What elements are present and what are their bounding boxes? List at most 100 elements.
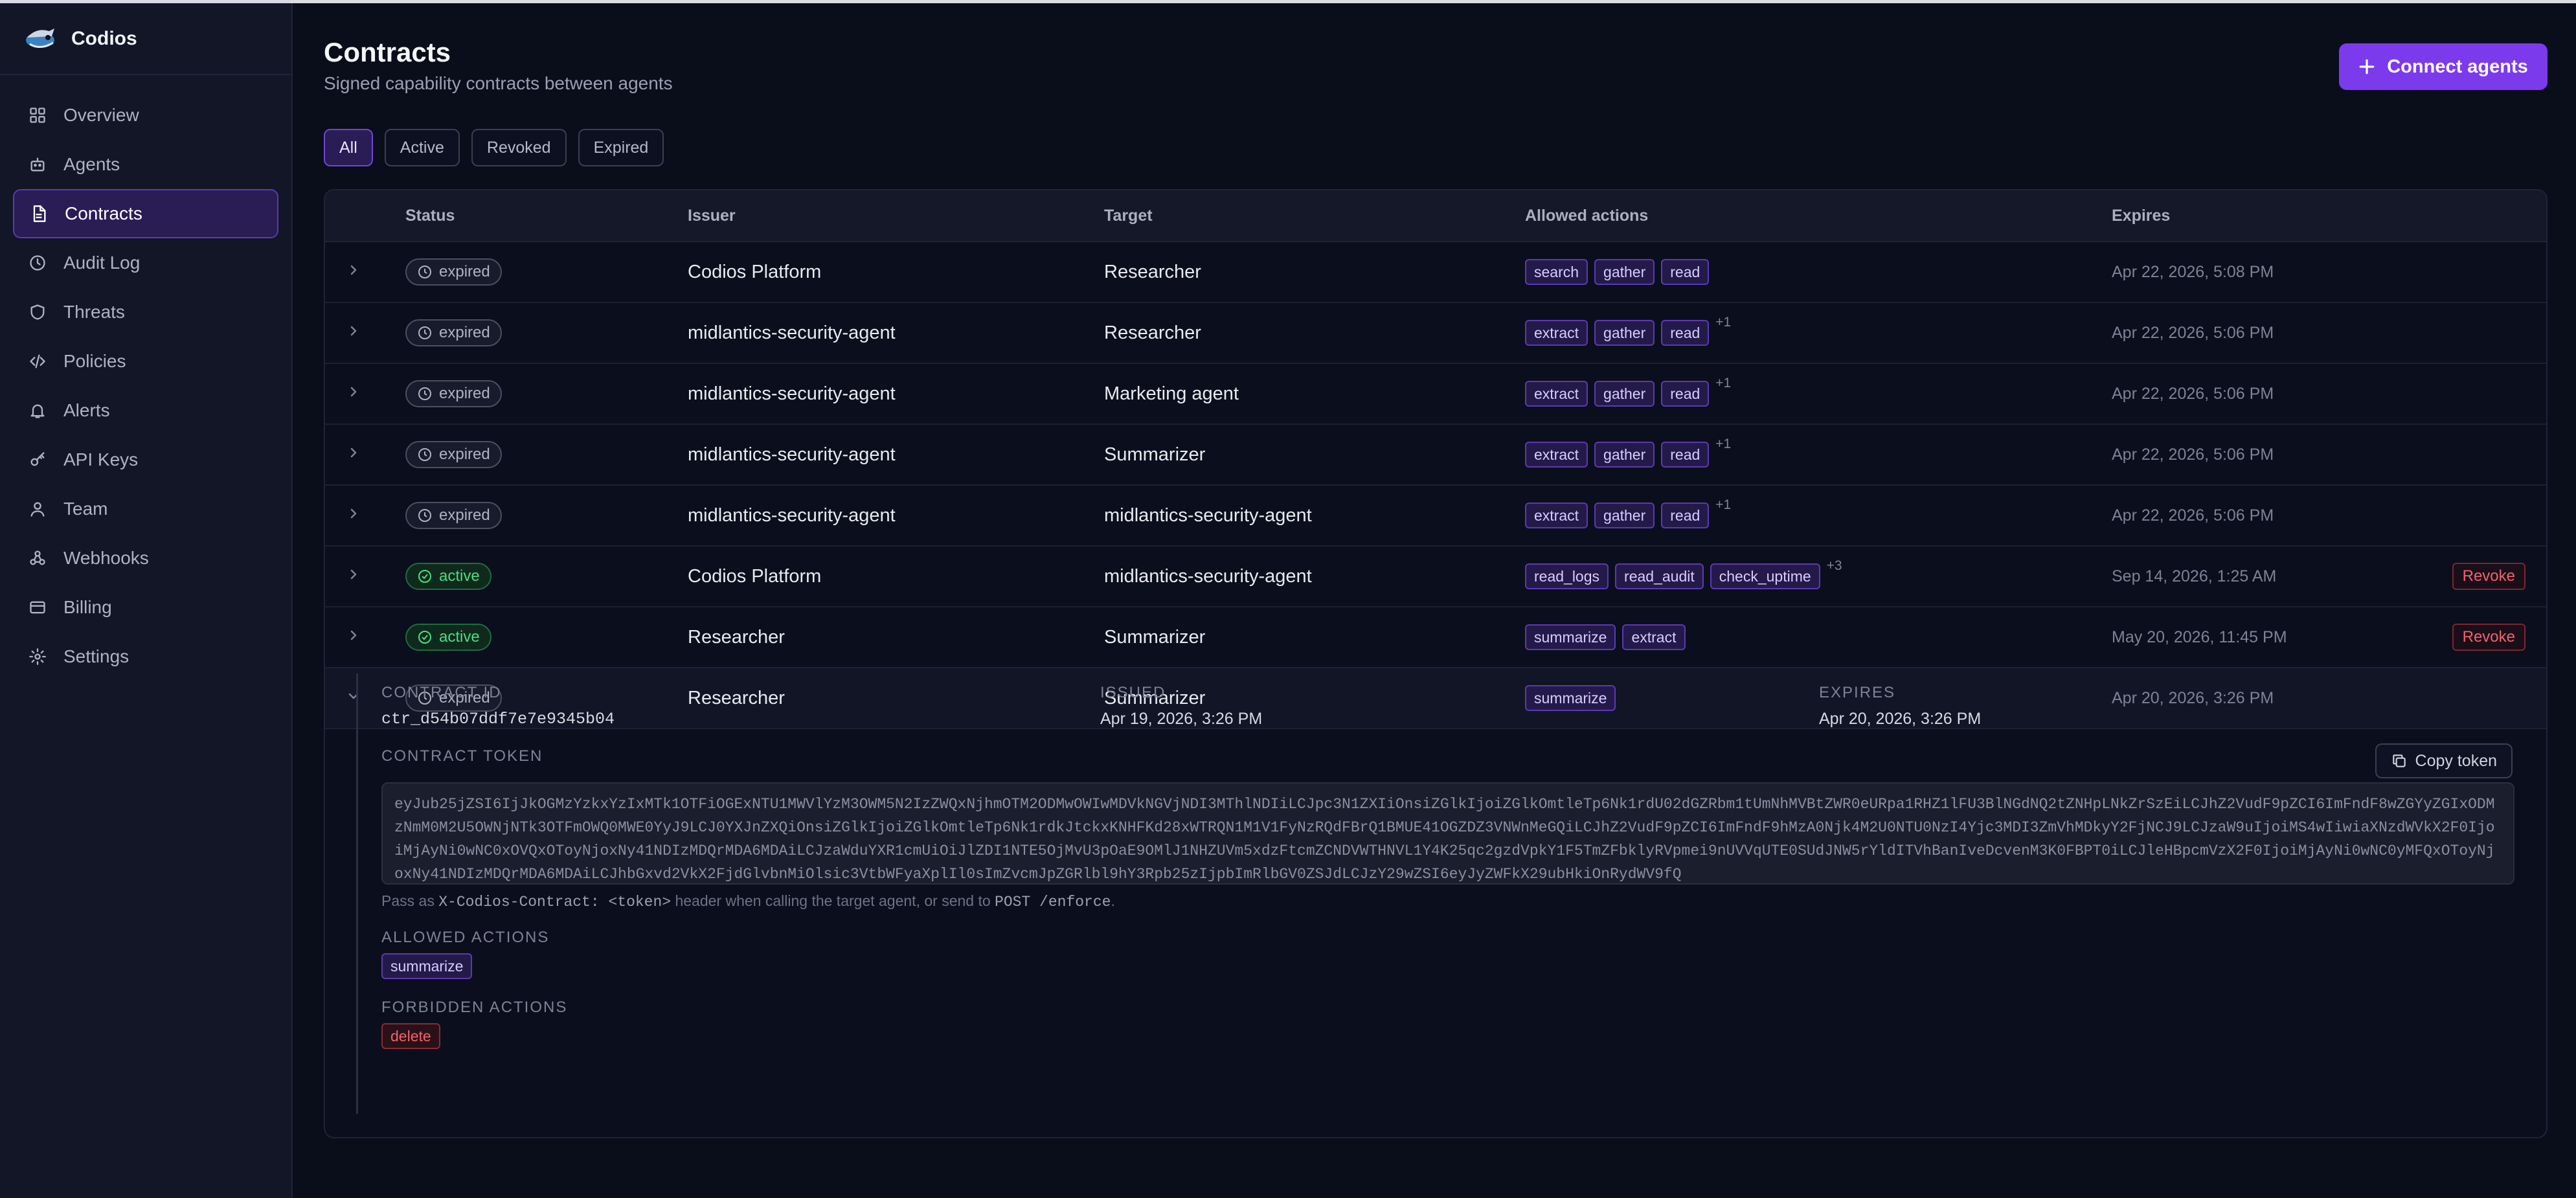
sidebar-item-agents[interactable]: Agents bbox=[13, 140, 278, 189]
forbidden-actions-label: FORBIDDEN ACTIONS bbox=[381, 999, 568, 1016]
chevron-right-icon[interactable] bbox=[346, 506, 361, 521]
sidebar-item-threats[interactable]: Threats bbox=[13, 288, 278, 337]
expires-cell: May 20, 2026, 11:45 PM bbox=[2112, 627, 2287, 646]
expires-cell: Apr 22, 2026, 5:06 PM bbox=[2112, 506, 2274, 525]
sidebar-item-label: Agents bbox=[63, 154, 120, 174]
action-tag: read bbox=[1661, 442, 1710, 468]
clock-icon bbox=[418, 326, 431, 339]
sidebar-item-alerts[interactable]: Alerts bbox=[13, 386, 278, 435]
contract-id-label: CONTRACT ID bbox=[381, 684, 502, 701]
expires-cell: Apr 22, 2026, 5:06 PM bbox=[2112, 323, 2274, 342]
more-actions-count[interactable]: +1 bbox=[1715, 497, 1731, 513]
status-filters: All Active Revoked Expired bbox=[324, 129, 664, 166]
column-expires[interactable]: Expires bbox=[2112, 207, 2448, 225]
target-cell: Summarizer bbox=[1104, 444, 1206, 465]
expires-cell: Apr 22, 2026, 5:06 PM bbox=[2112, 384, 2274, 403]
more-actions-count[interactable]: +1 bbox=[1715, 315, 1731, 330]
chevron-right-icon[interactable] bbox=[346, 445, 361, 460]
status-text: expired bbox=[439, 506, 490, 524]
action-tag: read bbox=[1661, 259, 1710, 285]
forbidden-action-tag: delete bbox=[381, 1023, 440, 1049]
main-content: Contracts Signed capability contracts be… bbox=[293, 3, 2576, 1198]
revoke-button[interactable]: Revoke bbox=[2452, 563, 2525, 590]
sidebar-item-label: Settings bbox=[63, 646, 130, 666]
revoke-button[interactable]: Revoke bbox=[2452, 624, 2525, 651]
chevron-right-icon[interactable] bbox=[346, 567, 361, 582]
column-target[interactable]: Target bbox=[1104, 207, 1525, 225]
filter-expired[interactable]: Expired bbox=[578, 129, 664, 166]
more-actions-count[interactable]: +1 bbox=[1715, 436, 1731, 452]
more-actions-count[interactable]: +3 bbox=[1827, 558, 1842, 574]
sidebar-item-label: Webhooks bbox=[63, 548, 149, 568]
sidebar-item-label: Overview bbox=[63, 105, 139, 125]
action-tag: summarize bbox=[1525, 624, 1616, 650]
clock-icon bbox=[30, 255, 45, 271]
sidebar-item-policies[interactable]: Policies bbox=[13, 337, 278, 386]
chevron-right-icon[interactable] bbox=[346, 262, 361, 278]
expires-cell: Apr 22, 2026, 5:06 PM bbox=[2112, 445, 2274, 464]
table-row[interactable]: expired Codios Platform Researcher search ga… bbox=[325, 242, 2546, 303]
filter-all[interactable]: All bbox=[324, 129, 373, 166]
target-cell: midlantics-security-agent bbox=[1104, 565, 1312, 587]
target-cell: Summarizer bbox=[1104, 626, 1206, 648]
allowed-actions-label: ALLOWED ACTIONS bbox=[381, 929, 550, 946]
sidebar: Codios Overview Agents Contracts Audit Log T… bbox=[0, 3, 293, 1198]
clock-icon bbox=[418, 387, 431, 400]
sidebar-item-overview[interactable]: Overview bbox=[13, 91, 278, 140]
column-status[interactable]: Status bbox=[405, 207, 688, 225]
table-row[interactable]: expired midlantics-security-agent Marketin… bbox=[325, 364, 2546, 425]
copy-token-button[interactable]: Copy token bbox=[2375, 743, 2513, 778]
column-allowed-actions[interactable]: Allowed actions bbox=[1525, 207, 2112, 225]
hint-text: header when calling the target agent, or… bbox=[671, 892, 995, 909]
issued-label: ISSUED bbox=[1100, 684, 1166, 701]
sidebar-item-audit-log[interactable]: Audit Log bbox=[13, 238, 278, 288]
sidebar-item-settings[interactable]: Settings bbox=[13, 632, 278, 681]
brand[interactable]: Codios bbox=[0, 3, 291, 75]
issuer-cell: Codios Platform bbox=[688, 565, 822, 587]
sidebar-item-label: Alerts bbox=[63, 400, 110, 420]
table-row[interactable]: active Researcher Summarizer summarize extra… bbox=[325, 607, 2546, 668]
sidebar-nav: Overview Agents Contracts Audit Log Threats P… bbox=[0, 75, 291, 697]
sidebar-item-billing[interactable]: Billing bbox=[13, 583, 278, 632]
document-icon bbox=[33, 205, 46, 222]
status-text: active bbox=[439, 628, 480, 646]
action-tag: gather bbox=[1594, 320, 1655, 346]
chevron-right-icon[interactable] bbox=[346, 323, 361, 339]
sidebar-item-webhooks[interactable]: Webhooks bbox=[13, 534, 278, 583]
card-icon bbox=[30, 601, 45, 614]
sidebar-item-team[interactable]: Team bbox=[13, 484, 278, 534]
target-cell: Researcher bbox=[1104, 261, 1201, 282]
action-tag: extract bbox=[1525, 442, 1588, 468]
user-icon bbox=[30, 502, 45, 517]
filter-active[interactable]: Active bbox=[384, 129, 460, 166]
sidebar-item-api-keys[interactable]: API Keys bbox=[13, 435, 278, 484]
table-row[interactable]: active Codios Platform midlantics-security… bbox=[325, 547, 2546, 607]
action-tag: read_logs bbox=[1525, 563, 1609, 589]
action-tag: extract bbox=[1622, 624, 1686, 650]
copy-token-label: Copy token bbox=[2415, 751, 2497, 770]
action-tag: gather bbox=[1594, 259, 1655, 285]
allowed-actions-cell: extract gather read +1 bbox=[1525, 436, 2112, 468]
bot-icon bbox=[30, 157, 45, 172]
chevron-right-icon[interactable] bbox=[346, 384, 361, 400]
connect-agents-button[interactable]: Connect agents bbox=[2339, 43, 2548, 90]
filter-revoked[interactable]: Revoked bbox=[471, 129, 567, 166]
action-tag: check_uptime bbox=[1710, 563, 1820, 589]
check-circle-icon bbox=[418, 631, 431, 644]
hint-header-code: X-Codios-Contract: <token> bbox=[438, 894, 672, 910]
shield-icon bbox=[30, 304, 45, 320]
more-actions-count[interactable]: +1 bbox=[1715, 376, 1731, 391]
column-issuer[interactable]: Issuer bbox=[688, 207, 1104, 225]
table-row[interactable]: expired midlantics-security-agent Summariz… bbox=[325, 425, 2546, 486]
sidebar-item-contracts[interactable]: Contracts bbox=[13, 189, 278, 238]
contract-id-value[interactable]: ctr_d54b07ddf7e7e9345b04 bbox=[381, 710, 615, 729]
sidebar-item-label: Threats bbox=[63, 302, 125, 322]
status-badge: expired bbox=[405, 502, 502, 529]
contract-token-box[interactable]: eyJub25jZSI6IjJkOGMzYzkxYzIxMTk1OTFiOGEx… bbox=[381, 782, 2514, 885]
bell-icon bbox=[30, 404, 45, 418]
table-row[interactable]: expired midlantics-security-agent midlanti… bbox=[325, 486, 2546, 547]
table-row[interactable]: expired midlantics-security-agent Research… bbox=[325, 303, 2546, 364]
issuer-cell: Codios Platform bbox=[688, 261, 822, 282]
status-badge: expired bbox=[405, 258, 502, 286]
chevron-right-icon[interactable] bbox=[346, 627, 361, 643]
